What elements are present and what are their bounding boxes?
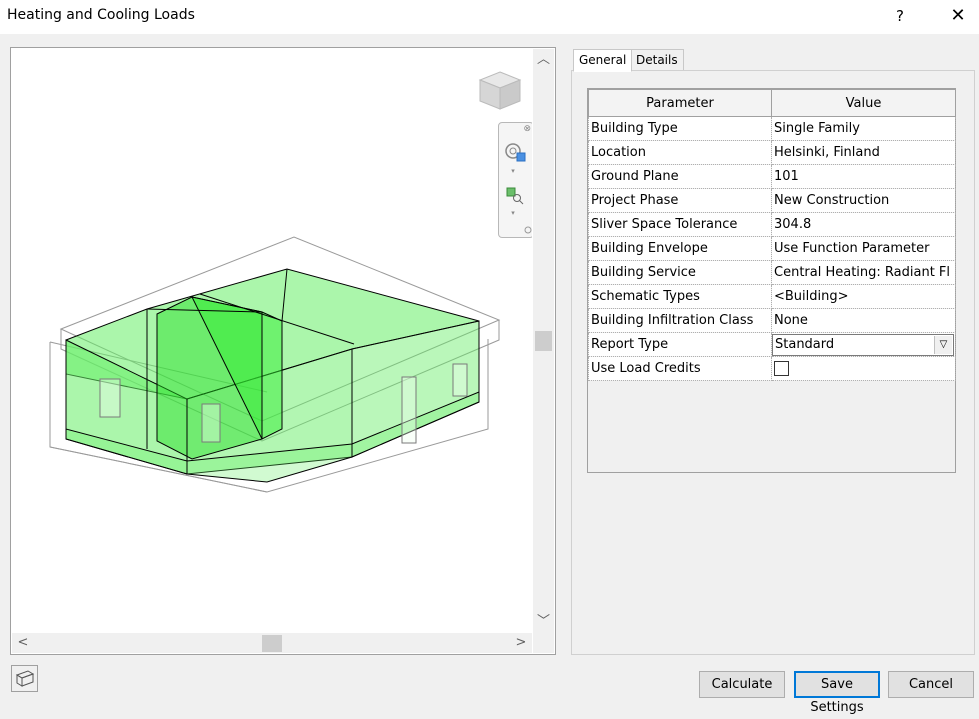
- title-bar: Heating and Cooling Loads ? ✕: [0, 0, 979, 34]
- table-row[interactable]: Building Infiltration Class None: [588, 308, 956, 333]
- header-value: Value: [771, 89, 956, 117]
- table-row[interactable]: Project Phase New Construction: [588, 188, 956, 213]
- svg-text:▾: ▾: [511, 209, 515, 217]
- param-building-type: Building Type: [588, 116, 772, 141]
- param-report-type: Report Type: [588, 332, 772, 357]
- param-schematic-types: Schematic Types: [588, 284, 772, 309]
- table-row[interactable]: Report Type Standard ▽: [588, 332, 956, 357]
- value-project-phase[interactable]: New Construction: [771, 188, 956, 213]
- value-building-type[interactable]: Single Family: [771, 116, 956, 141]
- close-button[interactable]: ✕: [944, 2, 972, 30]
- zoom-icon: [506, 187, 524, 205]
- value-use-load-credits-cell: [771, 356, 956, 381]
- report-type-selected: Standard: [775, 336, 835, 352]
- scroll-corner: [533, 633, 554, 653]
- tab-details[interactable]: Details: [630, 49, 684, 71]
- room-volumes: [65, 268, 480, 483]
- table-row[interactable]: Use Load Credits: [588, 356, 956, 381]
- scroll-up-icon[interactable]: ︿: [533, 51, 554, 69]
- svg-text:▾: ▾: [511, 167, 515, 175]
- 3d-viewport[interactable]: ⊗ ▾ ▾: [12, 49, 532, 633]
- param-ground-plane: Ground Plane: [588, 164, 772, 189]
- param-building-envelope: Building Envelope: [588, 236, 772, 261]
- table-row[interactable]: Sliver Space Tolerance 304.8: [588, 212, 956, 237]
- table-row[interactable]: Ground Plane 101: [588, 164, 956, 189]
- value-sliver-space-tolerance[interactable]: 304.8: [771, 212, 956, 237]
- value-building-envelope[interactable]: Use Function Parameter: [771, 236, 956, 261]
- table-row[interactable]: Building Type Single Family: [588, 116, 956, 141]
- table-row[interactable]: Location Helsinki, Finland: [588, 140, 956, 165]
- param-use-load-credits: Use Load Credits: [588, 356, 772, 381]
- calculate-button[interactable]: Calculate: [699, 671, 785, 698]
- vertical-scroll-thumb[interactable]: [535, 331, 552, 351]
- header-parameter: Parameter: [588, 89, 772, 117]
- param-project-phase: Project Phase: [588, 188, 772, 213]
- scroll-down-icon[interactable]: ﹀: [533, 613, 554, 631]
- table-row[interactable]: Building Service Central Heating: Radian…: [588, 260, 956, 285]
- scroll-left-icon[interactable]: <: [14, 633, 32, 653]
- param-building-infiltration-class: Building Infiltration Class: [588, 308, 772, 333]
- horizontal-scrollbar[interactable]: < >: [12, 633, 532, 653]
- navigation-bar: ⊗ ▾ ▾: [498, 122, 532, 238]
- grid-header-row: Parameter Value: [588, 89, 956, 117]
- table-row[interactable]: Schematic Types <Building>: [588, 284, 956, 309]
- building-model: [49, 236, 501, 493]
- parameter-table: Parameter Value Building Type Single Fam…: [588, 89, 956, 381]
- tab-general[interactable]: General: [573, 49, 633, 72]
- steering-wheel-icon: [505, 143, 526, 162]
- help-button[interactable]: ?: [886, 2, 914, 30]
- vertical-scrollbar[interactable]: ︿ ﹀: [533, 49, 554, 633]
- view-toggle-button[interactable]: [11, 665, 38, 692]
- chevron-down-icon[interactable]: ▽: [934, 335, 952, 354]
- value-schematic-types[interactable]: <Building>: [771, 284, 956, 309]
- save-settings-button[interactable]: Save Settings: [794, 671, 880, 715]
- param-sliver-space-tolerance: Sliver Space Tolerance: [588, 212, 772, 237]
- param-location: Location: [588, 140, 772, 165]
- viewcube-icon: [478, 71, 522, 110]
- window-title: Heating and Cooling Loads: [7, 7, 195, 23]
- use-load-credits-checkbox[interactable]: [774, 360, 789, 376]
- parameter-grid: Parameter Value Building Type Single Fam…: [587, 88, 956, 473]
- cancel-button[interactable]: Cancel: [888, 671, 974, 698]
- scroll-right-icon[interactable]: >: [512, 633, 530, 653]
- navbar-icons: ▾ ▾: [505, 143, 532, 234]
- heating-cooling-dialog: Heating and Cooling Loads ? ✕ ⊗ ▾ ▾ ︿ ﹀ …: [0, 0, 979, 715]
- value-ground-plane[interactable]: 101: [771, 164, 956, 189]
- table-row[interactable]: Building Envelope Use Function Parameter: [588, 236, 956, 261]
- viewcube[interactable]: [478, 69, 522, 113]
- general-tab-panel: Parameter Value Building Type Single Fam…: [571, 70, 975, 655]
- value-location[interactable]: Helsinki, Finland: [771, 140, 956, 165]
- 3d-box-icon: [15, 670, 35, 687]
- value-report-type-cell: Standard ▽: [771, 332, 956, 357]
- param-building-service: Building Service: [588, 260, 772, 285]
- 3d-view-pane: ⊗ ▾ ▾ ︿ ﹀ < >: [10, 47, 556, 655]
- report-type-select[interactable]: Standard ▽: [772, 333, 954, 356]
- value-building-infiltration-class[interactable]: None: [771, 308, 956, 333]
- horizontal-scroll-thumb[interactable]: [262, 635, 282, 652]
- value-building-service[interactable]: Central Heating: Radiant Fl: [771, 260, 956, 285]
